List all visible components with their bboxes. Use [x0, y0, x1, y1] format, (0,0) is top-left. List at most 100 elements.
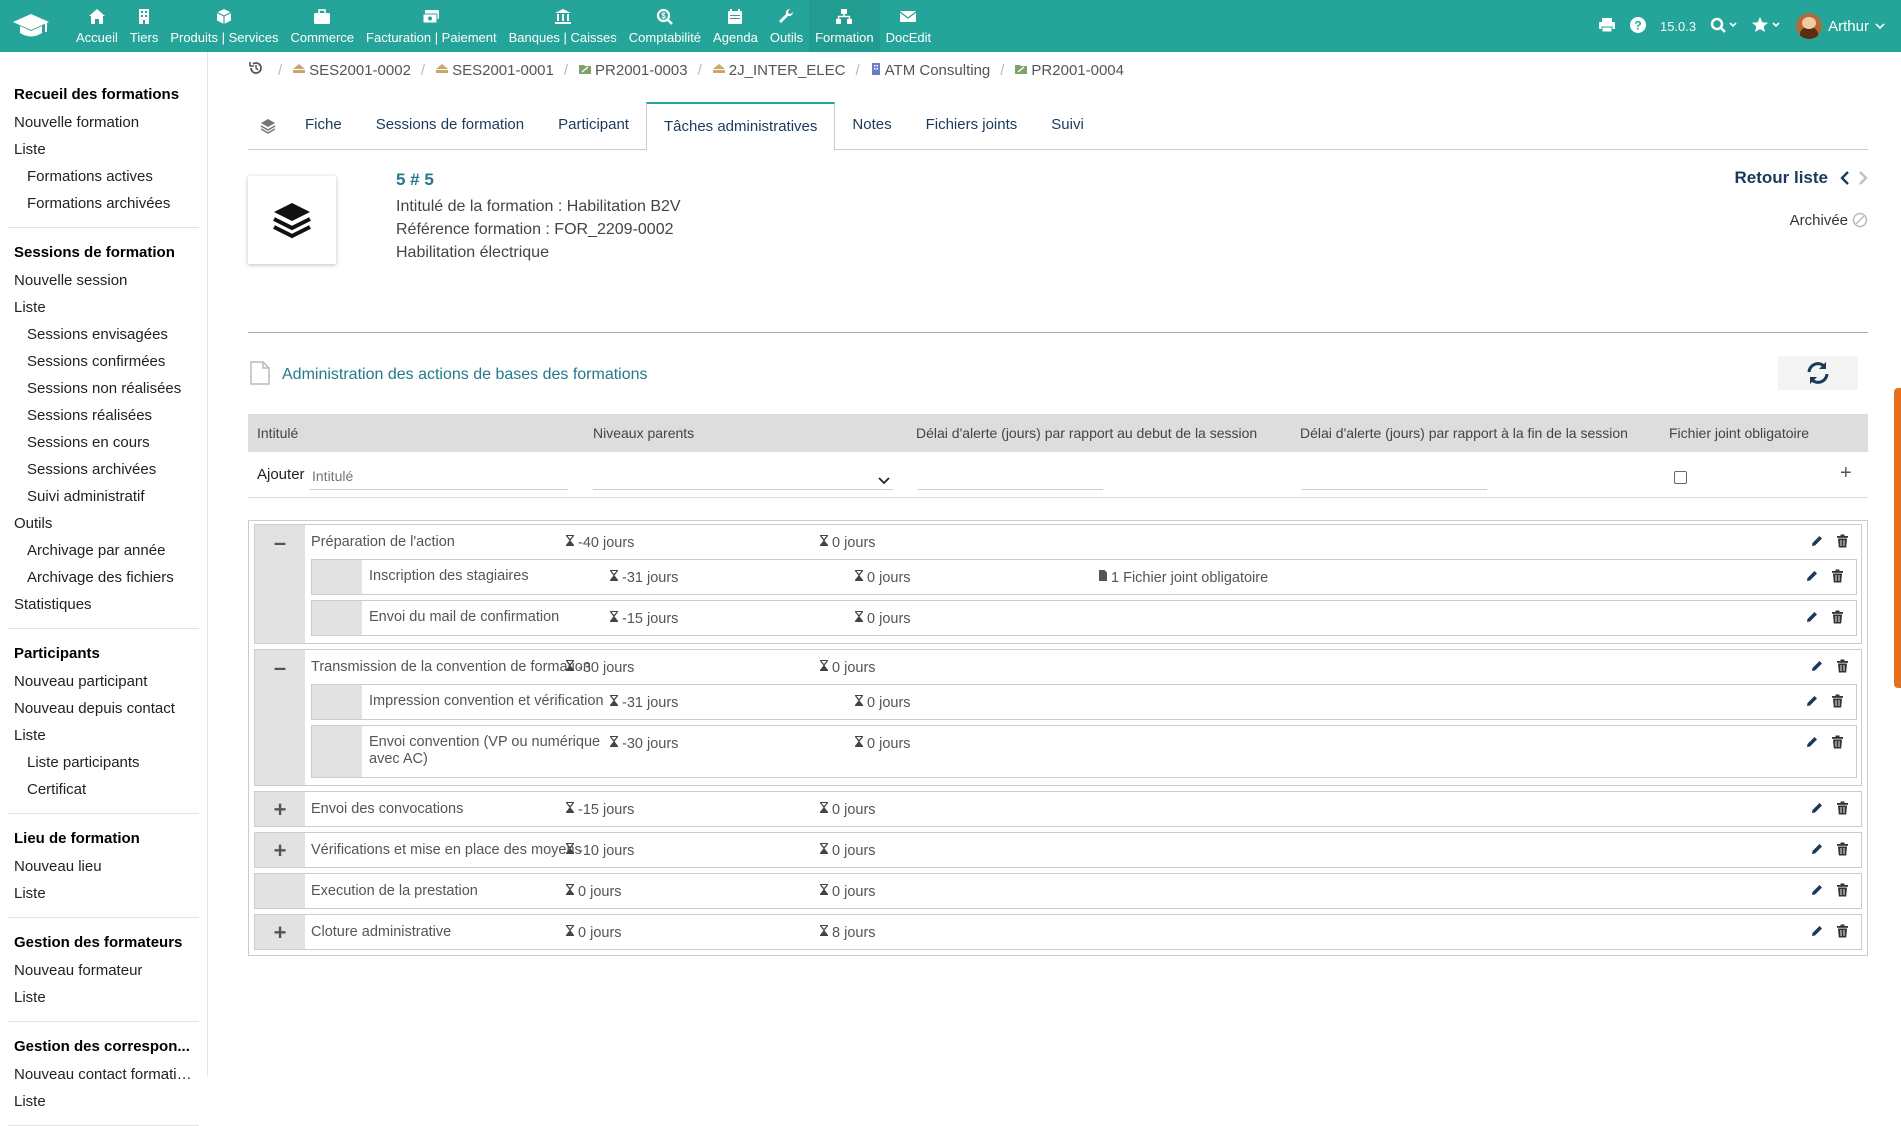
delete-trash-icon[interactable] — [1831, 735, 1844, 753]
delete-trash-icon[interactable] — [1836, 842, 1849, 860]
sidebar-item[interactable]: Suivi administratif — [8, 483, 199, 510]
edit-pencil-icon[interactable] — [1805, 610, 1819, 628]
sidebar-item[interactable]: Formations actives — [8, 163, 199, 190]
sidebar-item[interactable]: Sessions réalisées — [8, 402, 199, 429]
sidebar-item[interactable]: Archivage des fichiers — [8, 564, 199, 591]
refresh-button[interactable] — [1778, 356, 1858, 390]
sidebar-section-title[interactable]: Gestion des correspon... — [8, 1034, 199, 1061]
menu-item-comptabilit-[interactable]: $ Comptabilité — [623, 0, 707, 52]
expand-toggle[interactable]: + — [255, 915, 305, 949]
menu-item-outils[interactable]: Outils — [764, 0, 809, 52]
sidebar-item[interactable]: Statistiques — [8, 591, 199, 618]
parent-level-select[interactable] — [593, 462, 893, 490]
breadcrumb-item[interactable]: PR2001-0003 — [578, 62, 688, 79]
edit-pencil-icon[interactable] — [1805, 569, 1819, 587]
sidebar-section-title[interactable]: Participants — [8, 641, 199, 668]
add-task-plus-icon[interactable]: + — [1840, 462, 1852, 485]
delete-trash-icon[interactable] — [1836, 801, 1849, 819]
menu-item-accueil[interactable]: Accueil — [70, 0, 124, 52]
tab-sessions-de-formation[interactable]: Sessions de formation — [359, 102, 541, 150]
menu-item-tiers[interactable]: Tiers — [124, 0, 164, 52]
breadcrumb-item[interactable]: ATM Consulting — [870, 62, 990, 79]
delay-end-input[interactable] — [1302, 462, 1487, 490]
sidebar-item[interactable]: Nouvelle session — [8, 267, 199, 294]
sidebar-item[interactable]: Liste — [8, 984, 199, 1011]
mandatory-file-checkbox[interactable] — [1674, 471, 1687, 484]
tab-participant[interactable]: Participant — [541, 102, 646, 150]
expand-toggle[interactable]: + — [255, 833, 305, 867]
sidebar-item[interactable]: Sessions confirmées — [8, 348, 199, 375]
delete-trash-icon[interactable] — [1831, 610, 1844, 628]
sidebar-item[interactable]: Liste — [8, 1088, 199, 1115]
tab-t-ches-administratives[interactable]: Tâches administratives — [645, 102, 836, 151]
sidebar-item[interactable]: Liste — [8, 294, 199, 321]
sidebar-item[interactable]: Nouveau participant — [8, 668, 199, 695]
menu-item-agenda[interactable]: Agenda — [707, 0, 764, 52]
delete-trash-icon[interactable] — [1836, 659, 1849, 677]
sidebar-item[interactable]: Liste — [8, 722, 199, 749]
delete-trash-icon[interactable] — [1831, 694, 1844, 712]
edit-pencil-icon[interactable] — [1810, 842, 1824, 860]
menu-item-docedit[interactable]: DocEdit — [880, 0, 938, 52]
print-icon[interactable] — [1598, 17, 1616, 36]
sidebar-section-title[interactable]: Lieu de formation — [8, 826, 199, 853]
delay-start-input[interactable] — [918, 462, 1103, 490]
collapse-toggle[interactable]: – — [255, 650, 305, 785]
sidebar-item[interactable]: Liste participants — [8, 749, 199, 776]
sidebar-item[interactable]: Nouvelle formation — [8, 109, 199, 136]
delete-trash-icon[interactable] — [1836, 924, 1849, 942]
menu-item-banques-caisses[interactable]: Banques | Caisses — [503, 0, 623, 52]
sidebar-item[interactable]: Nouveau depuis contact — [8, 695, 199, 722]
sidebar-item[interactable]: Sessions envisagées — [8, 321, 199, 348]
edit-pencil-icon[interactable] — [1810, 801, 1824, 819]
sidebar-item[interactable]: Liste — [8, 136, 199, 163]
menu-item-commerce[interactable]: Commerce — [284, 0, 360, 52]
menu-item-formation[interactable]: Formation — [809, 0, 880, 52]
sidebar-item[interactable]: Sessions non réalisées — [8, 375, 199, 402]
menu-item-facturation-paiement[interactable]: Facturation | Paiement — [360, 0, 503, 52]
search-icon[interactable] — [1710, 17, 1738, 36]
task-title-input[interactable] — [310, 462, 568, 490]
sidebar-section-title[interactable]: Recueil des formations — [8, 82, 199, 109]
back-to-list-link[interactable]: Retour liste — [1734, 168, 1828, 188]
tab-notes[interactable]: Notes — [835, 102, 908, 150]
sidebar-item[interactable]: Sessions en cours — [8, 429, 199, 456]
delete-trash-icon[interactable] — [1831, 569, 1844, 587]
graduation-cap-logo-icon[interactable] — [12, 12, 50, 40]
side-scroll-handle[interactable] — [1894, 388, 1901, 688]
edit-pencil-icon[interactable] — [1805, 694, 1819, 712]
breadcrumb-item[interactable]: SES2001-0001 — [435, 62, 554, 79]
sidebar-item[interactable]: Outils — [8, 510, 199, 537]
menu-item-produits-services[interactable]: Produits | Services — [164, 0, 284, 52]
bookmark-star-icon[interactable] — [1752, 16, 1782, 36]
tab-suivi[interactable]: Suivi — [1034, 102, 1101, 150]
expand-toggle[interactable]: + — [255, 792, 305, 826]
help-icon[interactable]: ? — [1629, 16, 1646, 36]
sidebar-section-title[interactable]: Gestion des formateurs — [8, 930, 199, 957]
delete-trash-icon[interactable] — [1836, 534, 1849, 552]
chevron-left-icon[interactable] — [1840, 170, 1850, 190]
breadcrumb-item[interactable]: PR2001-0004 — [1014, 62, 1124, 79]
tab-fichiers-joints[interactable]: Fichiers joints — [909, 102, 1035, 150]
sidebar-item[interactable]: Certificat — [8, 776, 199, 803]
collapse-toggle[interactable]: – — [255, 525, 305, 643]
edit-pencil-icon[interactable] — [1810, 534, 1824, 552]
sidebar-item[interactable]: Nouveau formateur — [8, 957, 199, 984]
sidebar-item[interactable]: Liste — [8, 880, 199, 907]
breadcrumb-item[interactable]: 2J_INTER_ELEC — [712, 62, 845, 79]
sidebar-item[interactable]: Nouveau lieu — [8, 853, 199, 880]
sidebar-section-title[interactable]: Sessions de formation — [8, 240, 199, 267]
tab-fiche[interactable]: Fiche — [288, 102, 359, 150]
edit-pencil-icon[interactable] — [1810, 924, 1824, 942]
history-icon[interactable] — [248, 60, 264, 80]
edit-pencil-icon[interactable] — [1810, 883, 1824, 901]
edit-pencil-icon[interactable] — [1805, 735, 1819, 753]
user-menu[interactable]: Arthur — [1796, 13, 1885, 39]
sidebar-item[interactable]: Formations archivées — [8, 190, 199, 217]
sidebar-item[interactable]: Sessions archivées — [8, 456, 199, 483]
edit-pencil-icon[interactable] — [1810, 659, 1824, 677]
breadcrumb-item[interactable]: SES2001-0002 — [292, 62, 411, 79]
sidebar-item[interactable]: Nouveau contact formation — [8, 1061, 199, 1088]
delete-trash-icon[interactable] — [1836, 883, 1849, 901]
sidebar-item[interactable]: Archivage par année — [8, 537, 199, 564]
